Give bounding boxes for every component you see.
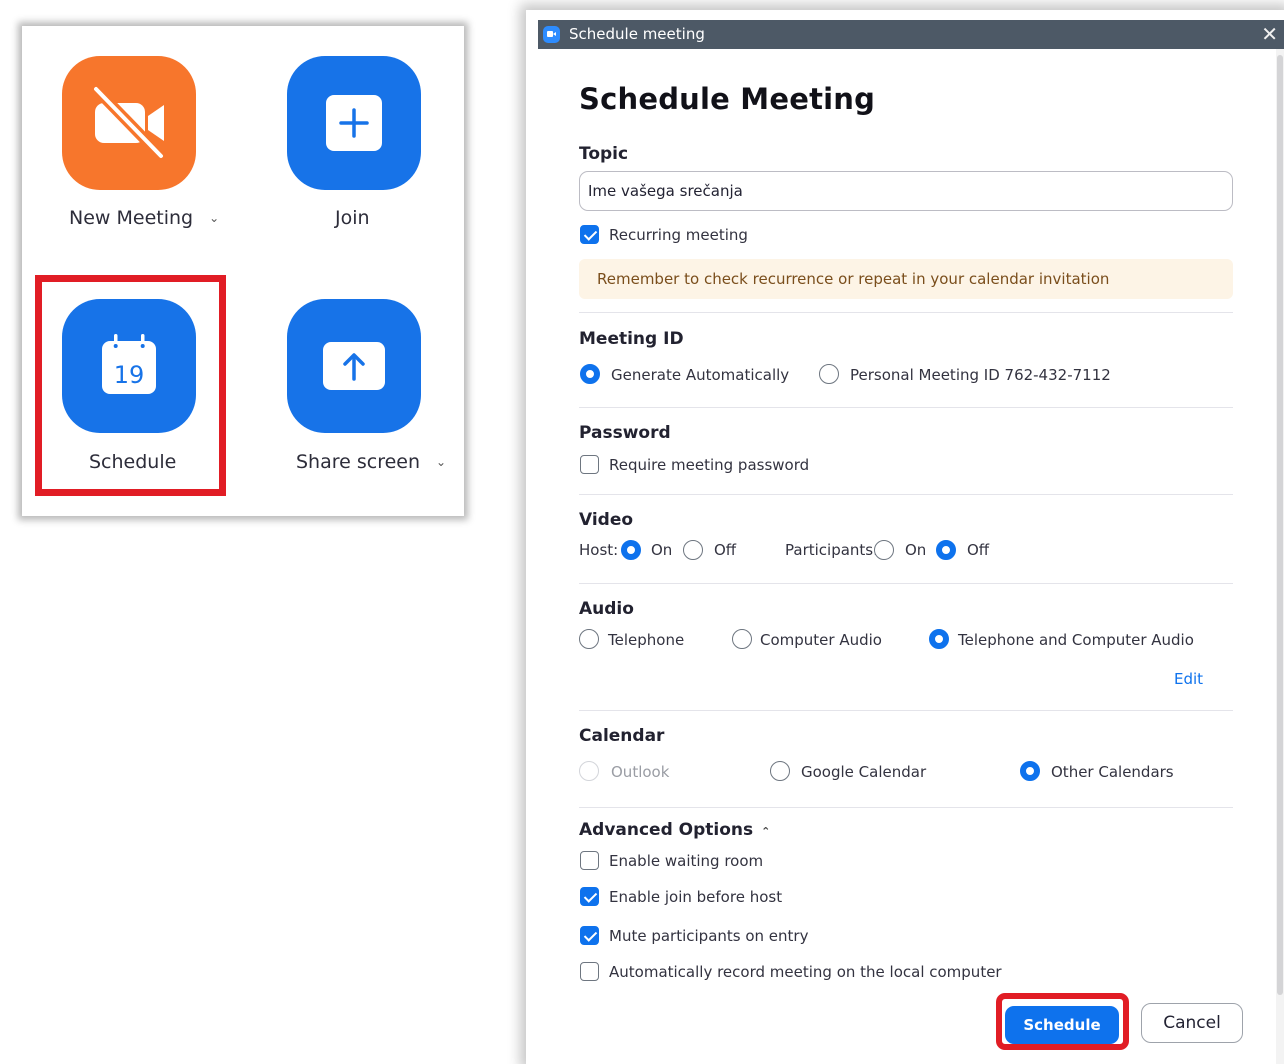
personal-meeting-id-radio[interactable] (819, 364, 839, 384)
recurrence-notice: Remember to check recurrence or repeat i… (579, 259, 1233, 299)
participants-video-off-label: Off (967, 541, 990, 559)
divider (579, 710, 1233, 711)
host-video-on-radio[interactable] (621, 540, 641, 560)
mute-on-entry-label: Mute participants on entry (609, 927, 809, 945)
divider (579, 807, 1233, 808)
recurrence-notice-text: Remember to check recurrence or repeat i… (597, 270, 1110, 288)
join-before-host-label: Enable join before host (609, 888, 783, 906)
auto-record-label: Automatically record meeting on the loca… (609, 963, 1002, 981)
calendar-google-label: Google Calendar (801, 763, 927, 781)
video-label: Video (579, 510, 634, 530)
audio-edit-link[interactable]: Edit (1174, 670, 1203, 688)
window-titlebar: Schedule meeting ✕ (538, 20, 1284, 49)
join-label: Join (335, 207, 370, 229)
recurring-meeting-label: Recurring meeting (609, 226, 748, 244)
advanced-options-toggle[interactable]: Advanced Options ⌃ (579, 820, 770, 840)
calendar-label: Calendar (579, 726, 665, 746)
personal-meeting-id-label: Personal Meeting ID 762-432-7112 (850, 366, 1111, 384)
audio-both-radio[interactable] (929, 629, 949, 649)
waiting-room-checkbox[interactable] (580, 851, 599, 870)
schedule-button[interactable]: Schedule (1005, 1006, 1119, 1044)
chevron-down-icon[interactable]: ⌄ (209, 211, 219, 225)
divider (579, 407, 1233, 408)
join-button[interactable] (287, 56, 421, 190)
generate-automatically-radio[interactable] (580, 364, 600, 384)
participants-video-on-radio[interactable] (874, 540, 894, 560)
require-password-label: Require meeting password (609, 456, 810, 474)
auto-record-checkbox[interactable] (580, 962, 599, 981)
audio-label: Audio (579, 599, 634, 619)
waiting-room-label: Enable waiting room (609, 852, 764, 870)
share-screen-button[interactable] (287, 299, 421, 433)
host-video-off-label: Off (714, 541, 737, 559)
audio-telephone-label: Telephone (608, 631, 685, 649)
divider (579, 312, 1233, 313)
schedule-highlight-box (35, 275, 226, 496)
host-video-on-label: On (651, 541, 673, 559)
participants-video-off-radio[interactable] (936, 540, 956, 560)
calendar-outlook-radio[interactable] (579, 761, 599, 781)
divider (579, 494, 1233, 495)
topic-input[interactable] (579, 171, 1233, 211)
recurring-meeting-checkbox[interactable] (580, 225, 599, 244)
join-before-host-checkbox[interactable] (580, 887, 599, 906)
audio-telephone-radio[interactable] (579, 629, 599, 649)
audio-both-label: Telephone and Computer Audio (958, 631, 1194, 649)
chevron-up-icon: ⌃ (761, 825, 771, 838)
mute-on-entry-checkbox[interactable] (580, 926, 599, 945)
host-video-off-radio[interactable] (683, 540, 703, 560)
video-participants-label: Participants: (785, 541, 879, 559)
share-screen-label: Share screen ⌄ (296, 451, 447, 473)
calendar-other-radio[interactable] (1020, 761, 1040, 781)
new-meeting-label: New Meeting ⌄ (69, 207, 220, 229)
close-icon[interactable]: ✕ (1261, 22, 1278, 46)
password-label: Password (579, 423, 671, 443)
chevron-down-icon[interactable]: ⌄ (436, 455, 446, 469)
calendar-google-radio[interactable] (770, 761, 790, 781)
new-meeting-button[interactable] (62, 56, 196, 190)
topic-label: Topic (579, 144, 629, 164)
scrollbar[interactable] (1276, 49, 1284, 1064)
scrollbar-thumb[interactable] (1277, 55, 1283, 995)
video-off-icon (90, 83, 167, 162)
participants-video-on-label: On (905, 541, 927, 559)
schedule-meeting-dialog: Schedule meeting ✕ Schedule Meeting Topi… (538, 20, 1284, 1064)
audio-computer-label: Computer Audio (760, 631, 882, 649)
plus-icon (326, 95, 382, 151)
advanced-options-label: Advanced Options (579, 820, 754, 840)
share-up-arrow-icon (323, 342, 385, 390)
audio-computer-radio[interactable] (732, 629, 752, 649)
meeting-id-label: Meeting ID (579, 329, 684, 349)
cancel-button[interactable]: Cancel (1141, 1003, 1243, 1043)
calendar-other-label: Other Calendars (1051, 763, 1174, 781)
generate-automatically-label: Generate Automatically (611, 366, 790, 384)
window-title: Schedule meeting (569, 25, 705, 43)
divider (579, 583, 1233, 584)
video-host-label: Host: (579, 541, 619, 559)
require-password-checkbox[interactable] (580, 455, 599, 474)
calendar-outlook-label: Outlook (611, 763, 670, 781)
zoom-app-icon (543, 26, 560, 43)
page-title: Schedule Meeting (579, 82, 876, 116)
